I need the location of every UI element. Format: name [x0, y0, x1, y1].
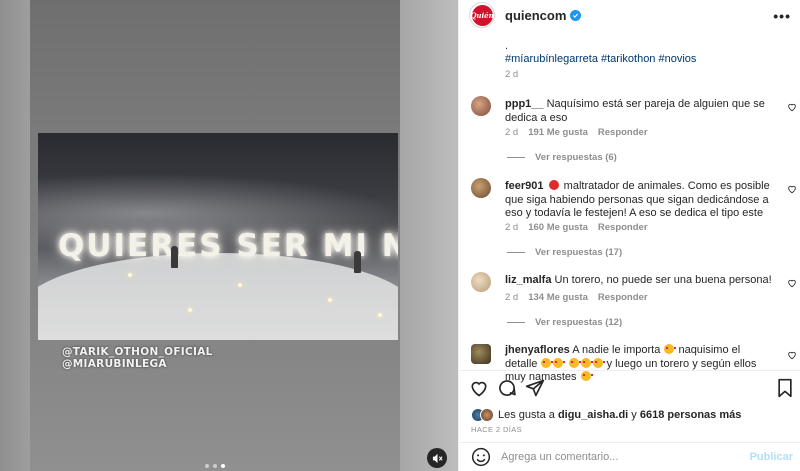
person-silhouette	[171, 246, 178, 268]
comment-username[interactable]: jhenyaflores	[505, 344, 570, 356]
brand-logo: Quién	[470, 4, 494, 26]
carousel-dot	[205, 464, 209, 468]
comment-likes[interactable]: 134 Me gusta	[528, 292, 588, 303]
avatar	[480, 408, 494, 422]
mute-button[interactable]	[427, 448, 447, 468]
arena-floor	[38, 253, 398, 340]
caption-text: .	[505, 40, 509, 52]
add-comment-bar: Publicar	[459, 443, 800, 471]
view-replies-label: Ver respuestas (12)	[535, 317, 623, 328]
verified-icon	[570, 9, 582, 21]
post-timestamp[interactable]: HACE 2 DÍAS	[471, 425, 522, 434]
comment-text: A nadie le importa	[572, 344, 661, 356]
like-heart-icon[interactable]	[469, 378, 489, 398]
light-bulb	[188, 308, 192, 312]
emoji-icon	[548, 180, 559, 190]
light-bulb	[238, 283, 242, 287]
comment-likes[interactable]: 191 Me gusta	[528, 127, 588, 138]
emoji-icon	[580, 357, 593, 368]
comment-username[interactable]: ppp1__	[505, 98, 544, 110]
emoji-picker-icon[interactable]	[471, 447, 491, 467]
reply-button[interactable]: Responder	[598, 127, 648, 138]
account-avatar[interactable]: Quién	[469, 2, 495, 28]
view-replies-button[interactable]: Ver respuestas (6)	[507, 152, 617, 163]
emoji-icon	[664, 344, 677, 354]
carousel-dots	[205, 464, 225, 468]
emoji-icon	[592, 357, 605, 368]
light-bulb	[328, 298, 332, 302]
comment-text: Naquísimo está ser pareja de alguien que…	[505, 98, 765, 124]
view-replies-label: Ver respuestas (17)	[535, 247, 623, 258]
account-username[interactable]: quiencom	[505, 8, 566, 23]
publish-button[interactable]: Publicar	[750, 451, 793, 463]
carousel-dot	[213, 464, 217, 468]
heart-icon[interactable]	[787, 278, 797, 288]
light-bulb	[378, 313, 382, 317]
comment-username[interactable]: liz_malfa	[505, 274, 551, 286]
comment-time: 2 d	[505, 292, 519, 303]
comment-body: liz_malfa Un torero, no puede ser una bu…	[505, 274, 773, 288]
likes-connector: y	[631, 409, 637, 421]
avatar[interactable]	[471, 272, 491, 292]
more-icon[interactable]: •••	[773, 8, 791, 24]
video-frame: QUIERES SER MI NOV A	[38, 133, 398, 340]
comment-username[interactable]: feer901	[505, 180, 544, 192]
video-credits: @TARIK_OTHON_OFICIAL @MIARUBINLEGA	[62, 346, 213, 370]
person-silhouette	[354, 251, 361, 273]
emoji-icon	[553, 357, 566, 368]
comment-time: 2 d	[505, 222, 519, 233]
caption-hashtags[interactable]: #míarubínlegarreta #tarikothon #novios	[505, 53, 696, 65]
view-replies-button[interactable]: Ver respuestas (17)	[507, 247, 622, 258]
post-header: Quién quiencom •••	[459, 0, 800, 30]
bookmark-icon[interactable]	[775, 378, 795, 398]
likes-count[interactable]: 6618 personas más	[640, 409, 742, 421]
likes-summary: Les gusta a digu_aisha.di y 6618 persona…	[471, 408, 741, 422]
replies-line	[507, 322, 525, 323]
carousel-dot-active	[221, 464, 225, 468]
share-icon[interactable]	[525, 378, 545, 398]
credit-line: @TARIK_OTHON_OFICIAL	[62, 346, 213, 358]
avatar[interactable]	[471, 96, 491, 116]
comment-body: ppp1__ Naquísimo está ser pareja de algu…	[505, 98, 773, 125]
divider	[459, 370, 800, 371]
post-media[interactable]: QUIERES SER MI NOV A @TARIK_OTHON_OFICIA…	[0, 0, 458, 471]
comment-meta: 2 d 160 Me gusta Responder	[505, 222, 648, 233]
heart-icon[interactable]	[787, 350, 797, 360]
credit-line: @MIARUBINLEGA	[62, 358, 167, 370]
comment-time: 2 d	[505, 127, 519, 138]
comment-meta: 2 d 191 Me gusta Responder	[505, 127, 648, 138]
liker-username[interactable]: digu_aisha.di	[558, 409, 628, 421]
comment-body: feer901 maltratador de animales. Como es…	[505, 180, 773, 221]
view-replies-button[interactable]: Ver respuestas (12)	[507, 317, 622, 328]
mute-icon	[432, 453, 443, 463]
avatar[interactable]	[471, 178, 491, 198]
likes-prefix: Les gusta a	[498, 409, 555, 421]
view-replies-label: Ver respuestas (6)	[535, 152, 617, 163]
reply-button[interactable]: Responder	[598, 222, 648, 233]
reply-button[interactable]: Responder	[598, 292, 648, 303]
action-bar	[469, 378, 795, 400]
emoji-icon	[568, 357, 581, 368]
comment-meta: 2 d 134 Me gusta Responder	[505, 292, 648, 303]
heart-icon[interactable]	[787, 102, 797, 112]
caption-time: 2 d	[505, 69, 519, 80]
comment-text: maltratador de animales. Como es posible…	[505, 180, 770, 219]
comment-input[interactable]	[501, 451, 750, 463]
light-sign: QUIERES SER MI NOV A	[58, 228, 398, 264]
post-sidebar: Quién quiencom ••• . #míarubínlegarreta …	[458, 0, 800, 471]
light-bulb	[128, 273, 132, 277]
comment-text: Un torero, no puede ser una buena person…	[554, 274, 772, 286]
media-blur-right	[398, 0, 458, 471]
replies-line	[507, 157, 525, 158]
comment-likes[interactable]: 160 Me gusta	[528, 222, 588, 233]
avatar[interactable]	[471, 344, 491, 364]
replies-line	[507, 252, 525, 253]
emoji-icon	[541, 357, 554, 368]
heart-icon[interactable]	[787, 184, 797, 194]
post-modal: QUIERES SER MI NOV A @TARIK_OTHON_OFICIA…	[0, 0, 800, 471]
comment-icon[interactable]	[497, 378, 517, 398]
